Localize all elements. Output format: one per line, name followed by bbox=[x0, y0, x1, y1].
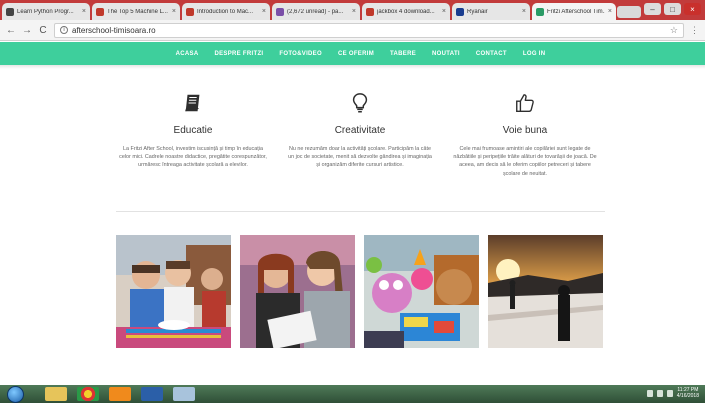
address-bar[interactable]: i afterschool-timisoara.ro ☆ bbox=[54, 22, 684, 38]
feature-title: Voie buna bbox=[502, 125, 548, 136]
thumbs-up-icon bbox=[516, 94, 534, 112]
chrome-icon[interactable] bbox=[77, 387, 99, 401]
children-eating-photo[interactable] bbox=[116, 235, 231, 348]
tab-close-icon[interactable]: × bbox=[262, 8, 266, 15]
tab-favicon-icon bbox=[276, 7, 284, 16]
feature-voie-buna: Voie buna Cele mai frumoase amintiri ale… bbox=[445, 92, 605, 178]
bookmark-star-icon[interactable]: ☆ bbox=[670, 25, 678, 36]
flag-icon[interactable] bbox=[666, 389, 673, 397]
tab-title: Fritzi Afterschool Tim... bbox=[547, 8, 605, 15]
word-icon[interactable] bbox=[141, 387, 163, 401]
feature-text: Cele mai frumoase amintiri ale copilărie… bbox=[453, 146, 597, 177]
tab-favicon-icon bbox=[186, 7, 194, 16]
lightbulb-icon bbox=[352, 93, 368, 113]
nav-noutati[interactable]: NOUTATI bbox=[432, 51, 460, 57]
explorer-icon[interactable] bbox=[45, 387, 67, 401]
tab-close-icon[interactable]: × bbox=[442, 8, 446, 15]
browser-tab-strip: Learn Python Progr... × The Top 5 Machin… bbox=[0, 0, 705, 20]
minimize-button[interactable]: – bbox=[644, 3, 661, 15]
tab-favicon-icon bbox=[6, 7, 14, 16]
folder-icon[interactable] bbox=[173, 387, 195, 401]
tab-title: Learn Python Progr... bbox=[17, 8, 74, 15]
nav-foto-video[interactable]: FOTO&VIDEO bbox=[279, 51, 322, 57]
tab-title: jackbox 4 download... bbox=[377, 8, 435, 15]
clock[interactable]: 11:27 PM 4/16/2018 bbox=[677, 387, 699, 399]
tab-favicon-icon bbox=[456, 7, 464, 16]
window-controls: – □ × bbox=[644, 3, 701, 15]
nav-contact[interactable]: CONTACT bbox=[476, 51, 507, 57]
tab-close-icon[interactable]: × bbox=[522, 8, 526, 15]
browser-menu-icon[interactable]: ⋮ bbox=[690, 25, 699, 36]
feature-title: Creativitate bbox=[334, 125, 386, 136]
nav-acasa[interactable]: ACASA bbox=[176, 51, 199, 57]
tab-favicon-icon bbox=[96, 7, 104, 16]
clock-date: 4/16/2018 bbox=[676, 393, 699, 399]
vlc-icon[interactable] bbox=[109, 387, 131, 401]
windows-taskbar: 11:27 PM 4/16/2018 bbox=[0, 385, 705, 403]
volume-icon[interactable] bbox=[656, 389, 663, 397]
nav-log-in[interactable]: LOG IN bbox=[523, 51, 545, 57]
ski-slope-photo[interactable] bbox=[488, 235, 603, 348]
tab-close-icon[interactable]: × bbox=[82, 8, 86, 15]
reload-button[interactable]: C bbox=[38, 25, 48, 36]
close-window-button[interactable]: × bbox=[684, 3, 701, 15]
tab-close-icon[interactable]: × bbox=[172, 8, 176, 15]
browser-tab[interactable]: The Top 5 Machine L... × bbox=[92, 3, 180, 20]
tab-favicon-icon bbox=[536, 7, 544, 16]
nav-tabere[interactable]: TABERE bbox=[390, 51, 416, 57]
tab-title: The Top 5 Machine L... bbox=[107, 8, 168, 15]
feature-text: Nu ne rezumăm doar la activități școlare… bbox=[288, 146, 432, 169]
feature-title: Educatie bbox=[173, 125, 213, 136]
browser-tab[interactable]: Ryanair × bbox=[452, 3, 530, 20]
nav-ce-oferim[interactable]: CE OFERIM bbox=[338, 51, 374, 57]
feature-creativitate: Creativitate Nu ne rezumăm doar la activ… bbox=[280, 92, 440, 170]
url-text[interactable]: afterschool-timisoara.ro bbox=[72, 26, 156, 35]
start-button[interactable] bbox=[7, 386, 24, 403]
tab-close-icon[interactable]: × bbox=[352, 8, 356, 15]
screen: Learn Python Progr... × The Top 5 Machin… bbox=[0, 0, 705, 403]
network-icon[interactable] bbox=[646, 389, 653, 397]
site-info-icon[interactable]: i bbox=[60, 26, 68, 34]
browser-tab[interactable]: Introduction to Mac... × bbox=[182, 3, 270, 20]
tab-favicon-icon bbox=[366, 7, 374, 16]
maximize-button[interactable]: □ bbox=[664, 3, 681, 15]
forward-button[interactable]: → bbox=[22, 25, 32, 36]
tab-title: (2,672 unread) - pa... bbox=[287, 8, 344, 15]
tab-title: Introduction to Mac... bbox=[197, 8, 254, 15]
toys-photo[interactable] bbox=[364, 235, 479, 348]
feature-educatie: Educatie La Fritzi After School, investi… bbox=[113, 92, 273, 170]
tab-close-icon[interactable]: × bbox=[608, 8, 612, 15]
girls-reading-photo[interactable] bbox=[240, 235, 355, 348]
browser-tab[interactable]: Learn Python Progr... × bbox=[2, 3, 90, 20]
new-tab-button[interactable] bbox=[617, 6, 641, 18]
nav-shadow bbox=[0, 65, 705, 69]
system-tray: 11:27 PM 4/16/2018 bbox=[646, 387, 699, 399]
browser-toolbar: ← → C i afterschool-timisoara.ro ☆ ⋮ bbox=[0, 20, 705, 41]
section-divider bbox=[116, 211, 605, 212]
nav-despre-fritzi[interactable]: DESPRE FRITZI bbox=[214, 51, 263, 57]
browser-tab[interactable]: (2,672 unread) - pa... × bbox=[272, 3, 360, 20]
browser-tab-active[interactable]: Fritzi Afterschool Tim... × bbox=[532, 3, 616, 20]
feature-text: La Fritzi After School, investim iscusin… bbox=[119, 146, 267, 169]
tab-title: Ryanair bbox=[467, 8, 488, 15]
back-button[interactable]: ← bbox=[6, 25, 16, 36]
site-navigation: ACASA DESPRE FRITZI FOTO&VIDEO CE OFERIM… bbox=[0, 42, 705, 65]
browser-tab[interactable]: jackbox 4 download... × bbox=[362, 3, 450, 20]
book-icon bbox=[185, 94, 200, 112]
